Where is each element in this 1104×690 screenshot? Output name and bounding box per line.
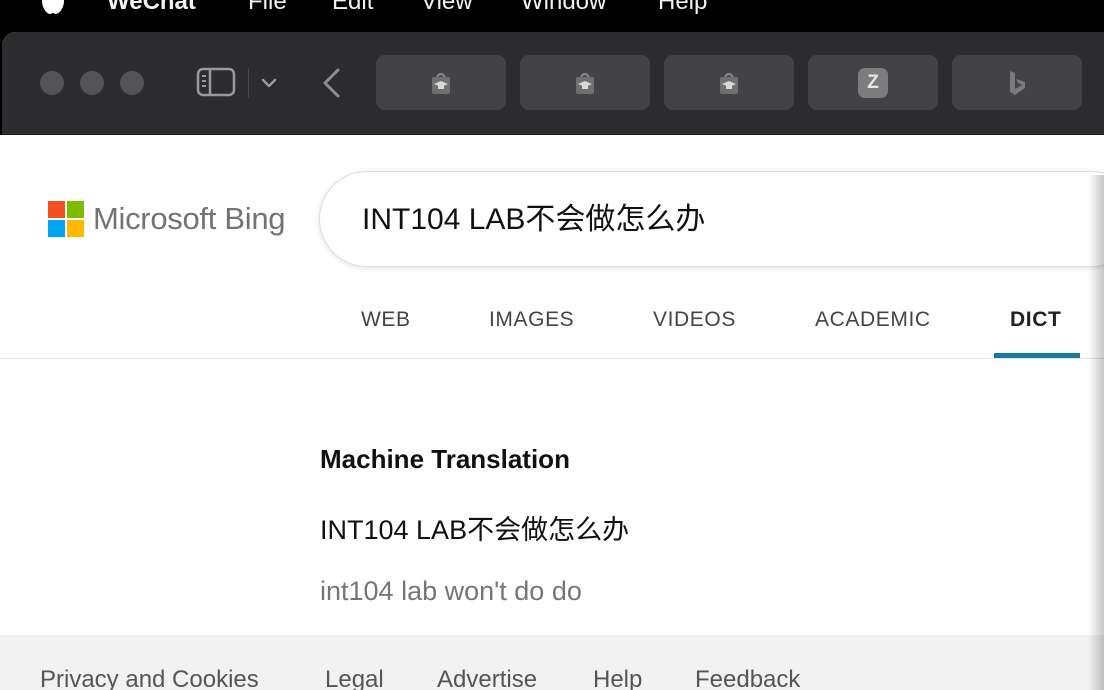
chevron-down-icon[interactable] (258, 72, 280, 94)
zoom-window-button[interactable] (120, 71, 144, 95)
window-edge-shadow (1088, 175, 1104, 690)
graduation-bag-icon (576, 72, 594, 94)
browser-tab[interactable] (952, 55, 1082, 110)
menu-file[interactable]: File (248, 0, 287, 16)
bing-logo-icon (1010, 70, 1025, 95)
footer-legal-link[interactable]: Legal (325, 665, 384, 690)
tab-academic[interactable]: ACADEMIC (815, 305, 931, 335)
menu-help[interactable]: Help (658, 0, 707, 16)
tab-web[interactable]: WEB (361, 305, 411, 335)
translation-result-text: int104 lab won't do do (320, 576, 582, 606)
z-letter-icon: Z (858, 67, 888, 98)
tab-images[interactable]: IMAGES (489, 305, 574, 335)
footer-privacy-link[interactable]: Privacy and Cookies (40, 665, 259, 690)
menu-app-name[interactable]: WeChat (107, 0, 196, 16)
browser-tab[interactable] (520, 55, 650, 110)
search-box[interactable]: INT104 LAB不会做怎么办 (319, 171, 1104, 267)
menu-window[interactable]: Window (521, 0, 606, 16)
menu-edit[interactable]: Edit (332, 0, 373, 16)
footer-help-link[interactable]: Help (593, 665, 642, 690)
microsoft-logo-icon[interactable] (48, 201, 84, 237)
nav-divider (0, 358, 1104, 359)
close-window-button[interactable] (40, 71, 64, 95)
sidebar-toggle-icon[interactable] (196, 66, 236, 98)
browser-tab[interactable] (664, 55, 794, 110)
browser-toolbar: Z (2, 32, 1104, 135)
toolbar-divider (248, 68, 249, 98)
translation-heading: Machine Translation (320, 444, 570, 474)
browser-tab[interactable] (376, 55, 506, 110)
bing-page: Microsoft Bing INT104 LAB不会做怎么办 WEB IMAG… (0, 135, 1104, 690)
browser-tab[interactable]: Z (808, 55, 938, 110)
footer-advertise-link[interactable]: Advertise (437, 665, 537, 690)
tab-dict[interactable]: DICT (1010, 305, 1061, 335)
minimize-window-button[interactable] (80, 71, 104, 95)
footer: Privacy and Cookies Legal Advertise Help… (0, 635, 1104, 690)
graduation-bag-icon (720, 72, 738, 94)
brand-name[interactable]: Microsoft Bing (93, 199, 286, 239)
search-input[interactable]: INT104 LAB不会做怎么办 (362, 200, 705, 240)
graduation-bag-icon (432, 72, 450, 94)
tab-videos[interactable]: VIDEOS (653, 305, 736, 335)
menu-bar: WeChat File Edit View Window Help (0, 0, 1104, 28)
apple-logo-icon[interactable] (38, 0, 68, 18)
translation-source-text: INT104 LAB不会做怎么办 (320, 515, 630, 545)
menu-view[interactable]: View (421, 0, 473, 16)
footer-feedback-link[interactable]: Feedback (695, 665, 800, 690)
back-arrow-icon[interactable] (320, 66, 344, 100)
